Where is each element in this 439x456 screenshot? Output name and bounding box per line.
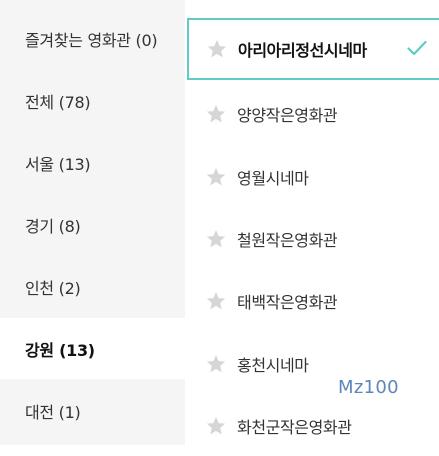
region-label: 대전 (1) (25, 403, 81, 422)
region-item-all[interactable]: 전체 (78) (0, 70, 185, 132)
theater-name: 아리아리정선시네마 (238, 41, 367, 60)
theater-name: 태백작은영화관 (237, 293, 338, 312)
theater-name: 홍천시네마 (237, 356, 309, 375)
theater-list: 아리아리정선시네마 양양작은영화관 영월시네마 철원작은영화관 태백작은영화관 … (185, 0, 439, 445)
region-label: 강원 (13) (25, 340, 95, 360)
theater-item[interactable]: 영월시네마 (185, 147, 439, 207)
star-icon[interactable] (205, 415, 227, 437)
theater-item-selected[interactable]: 아리아리정선시네마 (187, 18, 439, 80)
theater-name: 양양작은영화관 (237, 106, 338, 125)
check-icon (407, 40, 427, 56)
region-label: 전체 (78) (25, 93, 91, 112)
star-icon[interactable] (205, 103, 227, 125)
region-label: 경기 (8) (25, 217, 81, 236)
star-icon[interactable] (205, 228, 227, 250)
theater-item[interactable]: 홍천시네마 (185, 334, 439, 394)
region-label: 즐겨찾는 영화관 (0) (25, 31, 158, 50)
theater-name: 영월시네마 (237, 169, 309, 188)
theater-item[interactable]: 화천군작은영화관 (185, 396, 439, 456)
region-item-seoul[interactable]: 서울 (13) (0, 132, 185, 194)
theater-item[interactable]: 철원작은영화관 (185, 209, 439, 269)
theater-item[interactable]: 태백작은영화관 (185, 271, 439, 331)
star-icon[interactable] (205, 290, 227, 312)
region-list: 즐겨찾는 영화관 (0) 전체 (78) 서울 (13) 경기 (8) 인천 (… (0, 0, 185, 445)
region-item-gangwon[interactable]: 강원 (13) (0, 318, 185, 379)
star-icon[interactable] (205, 166, 227, 188)
theater-item[interactable]: 양양작은영화관 (185, 84, 439, 144)
theater-name: 철원작은영화관 (237, 231, 338, 250)
region-item-gyeonggi[interactable]: 경기 (8) (0, 194, 185, 256)
region-label: 서울 (13) (25, 155, 91, 174)
region-item-daejeon[interactable]: 대전 (1) (0, 380, 185, 442)
region-item-incheon[interactable]: 인천 (2) (0, 256, 185, 318)
star-icon[interactable] (205, 353, 227, 375)
theater-name: 화천군작은영화관 (237, 418, 352, 437)
star-icon[interactable] (206, 38, 228, 60)
region-item-favorites[interactable]: 즐겨찾는 영화관 (0) (0, 8, 185, 70)
watermark: Mz100 (338, 377, 399, 398)
region-label: 인천 (2) (25, 279, 81, 298)
